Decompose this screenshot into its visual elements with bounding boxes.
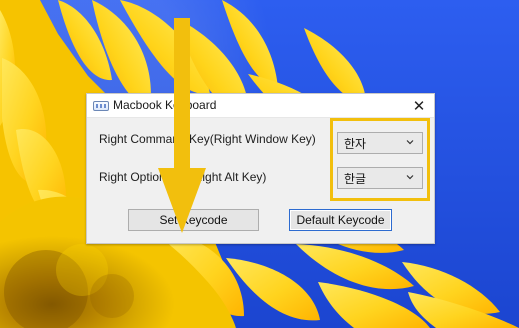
macbook-keyboard-dialog: Macbook Keyboard ✕ Right Command Key(Rig…	[86, 93, 435, 244]
right-option-key-label: Right Option Key(Right Alt Key)	[99, 170, 267, 184]
chevron-down-icon	[406, 138, 414, 146]
close-icon: ✕	[412, 97, 426, 115]
right-command-key-dropdown[interactable]: 한자	[337, 132, 423, 154]
close-button[interactable]: ✕	[410, 97, 428, 115]
right-option-key-dropdown[interactable]: 한글	[337, 167, 423, 189]
set-keycode-button[interactable]: Set Keycode	[128, 209, 259, 231]
dialog-title-bar: Macbook Keyboard ✕	[87, 94, 434, 118]
right-option-key-value: 한글	[344, 171, 367, 186]
right-command-key-label: Right Command Key(Right Window Key)	[99, 132, 316, 146]
dialog-title: Macbook Keyboard	[113, 98, 217, 112]
chevron-down-icon	[406, 173, 414, 181]
right-command-key-value: 한자	[344, 136, 367, 151]
default-keycode-button[interactable]: Default Keycode	[289, 209, 392, 231]
keyboard-icon	[93, 101, 109, 111]
